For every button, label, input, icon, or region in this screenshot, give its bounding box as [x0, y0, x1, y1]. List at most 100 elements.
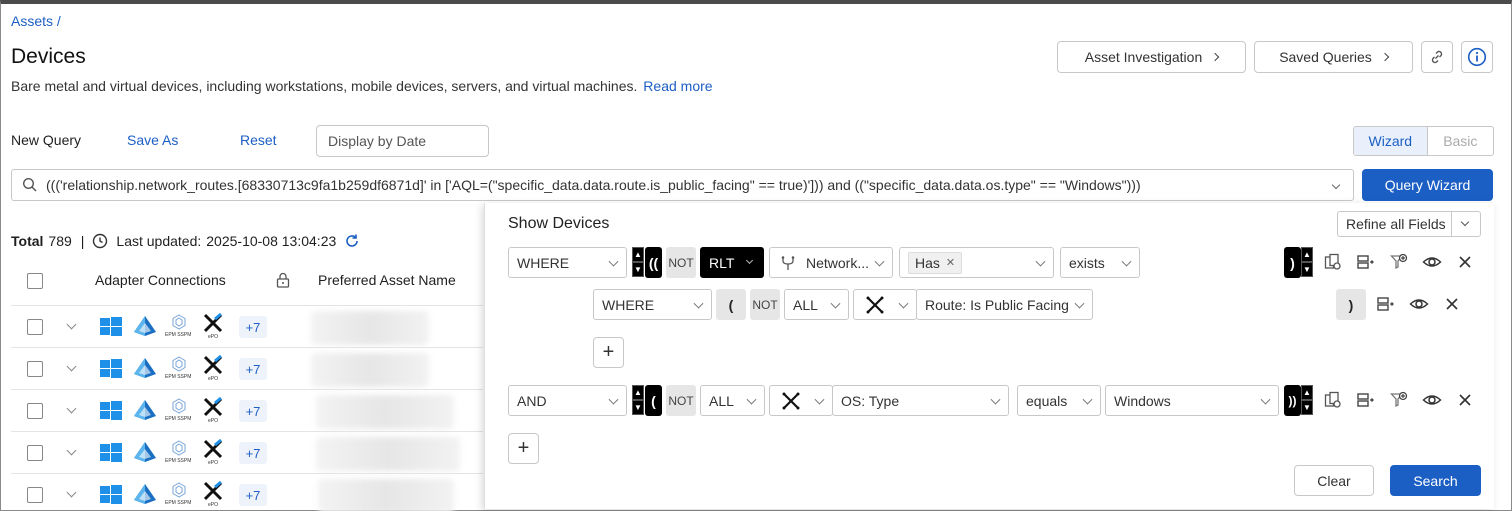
- add-filter-icon[interactable]: [1388, 389, 1410, 411]
- preferred-asset-name-redacted: [311, 353, 429, 387]
- eye-icon[interactable]: [1408, 293, 1430, 315]
- query-input[interactable]: ((('relationship.network_routes.[6833071…: [11, 169, 1354, 201]
- subrow-logic-select[interactable]: WHERE: [593, 289, 712, 320]
- chevron-down-icon[interactable]: [1331, 180, 1341, 190]
- row2-logic-select[interactable]: AND: [508, 385, 627, 416]
- eye-icon[interactable]: [1421, 389, 1443, 411]
- chevron-down-icon: [814, 394, 825, 405]
- row1-rlt-select[interactable]: RLT: [700, 247, 764, 278]
- subrow-field-select[interactable]: Route: Is Public Facing: [916, 289, 1093, 320]
- clear-button[interactable]: Clear: [1294, 465, 1374, 496]
- arrow-down-icon[interactable]: ▼: [1301, 262, 1313, 277]
- refine-all-fields-button[interactable]: Refine all Fields: [1337, 211, 1481, 237]
- row1-logic-value: WHERE: [517, 254, 570, 271]
- breadcrumb[interactable]: Assets /: [11, 13, 61, 29]
- asset-investigation-button[interactable]: Asset Investigation: [1057, 41, 1246, 73]
- reset-link[interactable]: Reset: [240, 132, 277, 148]
- row2-value-select[interactable]: Windows: [1105, 385, 1279, 416]
- subrow-adapter-select[interactable]: [853, 289, 917, 320]
- query-wizard-button[interactable]: Query Wizard: [1362, 169, 1493, 201]
- azure-ad-icon: [134, 400, 156, 420]
- add-condition-button[interactable]: +: [508, 433, 539, 464]
- more-adapters-badge[interactable]: +7: [239, 400, 267, 422]
- refresh-icon[interactable]: [344, 233, 360, 249]
- more-adapters-badge[interactable]: +7: [239, 484, 267, 506]
- saved-queries-button[interactable]: Saved Queries: [1254, 41, 1413, 73]
- search-button[interactable]: Search: [1390, 465, 1481, 496]
- move-condition-icon[interactable]: [1354, 251, 1376, 273]
- arrow-down-icon[interactable]: ▼: [1301, 400, 1313, 415]
- row-checkbox[interactable]: [27, 487, 43, 503]
- add-subcondition-button[interactable]: +: [593, 337, 624, 368]
- eye-icon[interactable]: [1421, 251, 1443, 273]
- more-adapters-badge[interactable]: +7: [239, 442, 267, 464]
- copy-link-button[interactable]: [1421, 41, 1453, 73]
- row1-operator-select[interactable]: exists: [1060, 247, 1140, 278]
- more-adapters-badge[interactable]: +7: [239, 358, 267, 380]
- row-checkbox[interactable]: [27, 361, 43, 377]
- refine-field-icon[interactable]: [1322, 251, 1344, 273]
- column-header-preferred-asset-name[interactable]: Preferred Asset Name: [318, 272, 456, 288]
- close-icon[interactable]: ✕: [946, 256, 955, 269]
- subrow-close-paren[interactable]: ): [1336, 289, 1366, 320]
- arrow-up-icon[interactable]: ▲: [1301, 385, 1313, 400]
- wizard-tab[interactable]: Wizard: [1354, 127, 1428, 155]
- row2-field-select[interactable]: OS: Type: [832, 385, 1009, 416]
- row2-close-paren[interactable]: )): [1284, 385, 1301, 416]
- arrow-up-icon[interactable]: ▲: [632, 385, 644, 400]
- move-condition-icon[interactable]: [1354, 389, 1376, 411]
- row2-adapter-select[interactable]: [769, 385, 833, 416]
- subrow-scope-select[interactable]: ALL: [784, 289, 849, 320]
- refine-dropdown-toggle[interactable]: [1451, 212, 1480, 236]
- arrow-up-icon[interactable]: ▲: [1301, 247, 1313, 262]
- row1-close-paren-stepper[interactable]: ▲ ▼: [1301, 247, 1313, 277]
- arrow-down-icon[interactable]: ▼: [632, 262, 644, 277]
- epo-label: ePO: [208, 418, 219, 424]
- row2-open-paren[interactable]: (: [645, 385, 662, 416]
- row1-field-select[interactable]: Network...: [769, 247, 893, 278]
- lock-icon[interactable]: [276, 272, 290, 288]
- row2-scope-select[interactable]: ALL: [700, 385, 765, 416]
- info-icon: [1467, 47, 1487, 67]
- row-checkbox[interactable]: [27, 403, 43, 419]
- epm-sspm-icon: [172, 356, 186, 372]
- row2-operator-value: equals: [1026, 392, 1068, 409]
- row-checkbox[interactable]: [27, 319, 43, 335]
- row2-scope-value: ALL: [709, 392, 734, 409]
- row1-open-paren[interactable]: ((: [645, 247, 662, 278]
- close-icon[interactable]: [1441, 293, 1463, 315]
- saved-queries-label: Saved Queries: [1279, 49, 1372, 65]
- row1-logic-select[interactable]: WHERE: [508, 247, 627, 278]
- new-query-label: New Query: [11, 132, 82, 148]
- row1-value-select[interactable]: Has ✕: [899, 247, 1054, 278]
- read-more-link[interactable]: Read more: [643, 78, 712, 94]
- add-filter-icon[interactable]: [1388, 251, 1410, 273]
- azure-ad-icon: [134, 442, 156, 462]
- row2-paren-stepper[interactable]: ▲ ▼: [632, 385, 644, 415]
- chevron-down-icon: [1082, 394, 1093, 405]
- subrow-not-toggle[interactable]: NOT: [750, 289, 780, 320]
- more-adapters-badge[interactable]: +7: [239, 316, 267, 338]
- save-as-link[interactable]: Save As: [127, 132, 178, 148]
- refine-field-icon[interactable]: [1322, 389, 1344, 411]
- subrow-open-paren[interactable]: (: [716, 289, 746, 320]
- arrow-down-icon[interactable]: ▼: [632, 400, 644, 415]
- row-checkbox[interactable]: [27, 445, 43, 461]
- info-button[interactable]: [1461, 41, 1493, 73]
- close-icon[interactable]: [1454, 251, 1476, 273]
- row1-close-paren[interactable]: ): [1284, 247, 1301, 278]
- row2-not-toggle[interactable]: NOT: [666, 385, 696, 416]
- column-header-adapter-connections[interactable]: Adapter Connections: [95, 272, 226, 288]
- row2-close-paren-stepper[interactable]: ▲ ▼: [1301, 385, 1313, 415]
- basic-tab[interactable]: Basic: [1428, 127, 1493, 155]
- close-icon[interactable]: [1454, 389, 1476, 411]
- asset-investigation-label: Asset Investigation: [1084, 49, 1203, 65]
- move-condition-icon[interactable]: [1374, 293, 1396, 315]
- row2-operator-select[interactable]: equals: [1017, 385, 1101, 416]
- display-by-date-input[interactable]: Display by Date: [316, 125, 489, 157]
- row1-paren-stepper[interactable]: ▲ ▼: [632, 247, 644, 277]
- arrow-up-icon[interactable]: ▲: [632, 247, 644, 262]
- mode-toggle: Wizard Basic: [1353, 126, 1494, 156]
- row1-not-toggle[interactable]: NOT: [666, 247, 696, 278]
- select-all-checkbox[interactable]: [27, 273, 43, 289]
